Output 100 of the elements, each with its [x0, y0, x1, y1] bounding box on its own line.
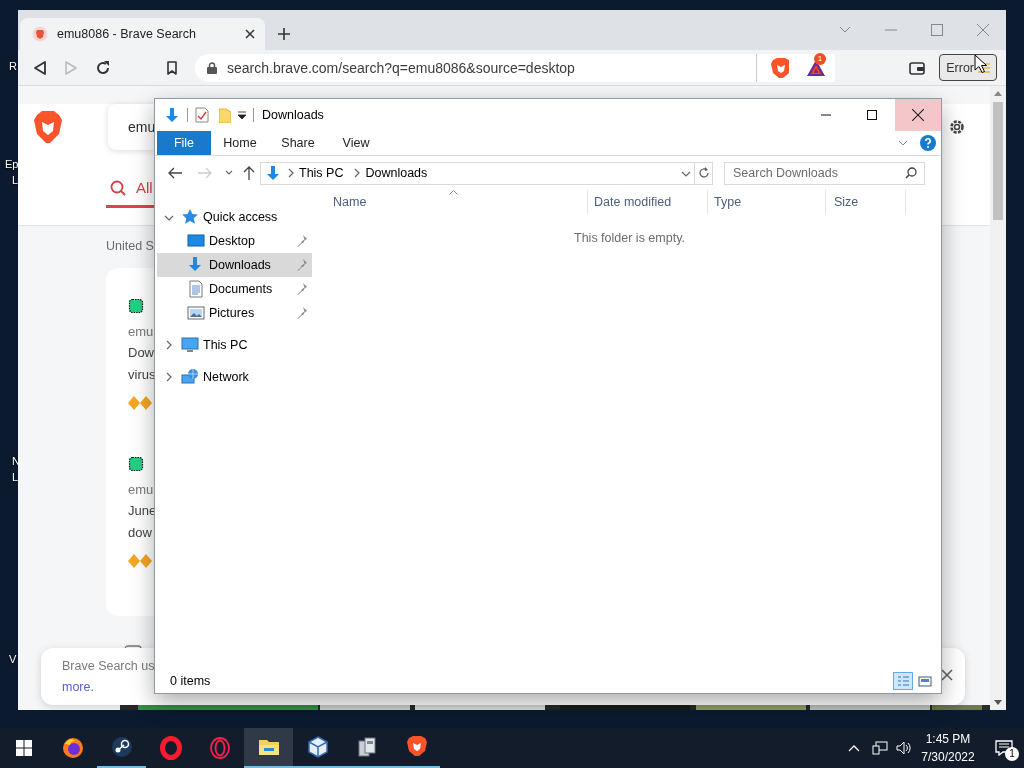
result-site: emu — [128, 481, 154, 499]
close-icon[interactable] — [941, 669, 953, 681]
result-snippet: dow — [128, 524, 152, 542]
up-arrow-icon[interactable] — [243, 165, 255, 181]
column-header[interactable]: Size — [826, 190, 906, 214]
windows-start-icon[interactable] — [16, 740, 32, 756]
network-icon[interactable] — [872, 741, 888, 755]
window-title: Downloads — [262, 108, 324, 122]
back-arrow-icon[interactable] — [167, 167, 183, 179]
volume-icon[interactable] — [896, 741, 912, 755]
taskbar-app-button[interactable] — [244, 728, 293, 768]
expand-ribbon-icon[interactable] — [898, 140, 908, 146]
column-header[interactable]: Name — [318, 190, 588, 214]
preview-pane-icon — [918, 674, 932, 687]
desktop-icon-label: V — [9, 653, 17, 666]
nav-item[interactable]: Desktop — [157, 229, 312, 253]
search-input[interactable]: Search Downloads — [733, 166, 905, 180]
breadcrumb-item[interactable]: Downloads — [361, 166, 432, 180]
item-count: 0 items — [170, 673, 211, 688]
chevron-right-icon[interactable] — [353, 168, 362, 178]
chevron-up-icon[interactable] — [848, 744, 860, 752]
scrollbar-thumb[interactable] — [993, 102, 1003, 220]
close-icon — [912, 109, 924, 121]
lock-icon — [207, 61, 217, 74]
chip-favicon-icon — [128, 456, 144, 472]
clock-time[interactable]: 1:45 PM — [925, 730, 971, 748]
close-icon[interactable] — [977, 24, 989, 36]
wallet-icon[interactable] — [909, 60, 926, 75]
search-icon — [110, 179, 126, 196]
nav-item[interactable]: Documents — [157, 277, 312, 301]
dropdown-icon[interactable] — [681, 169, 691, 177]
result-snippet: Dow — [128, 344, 154, 362]
brave-shield-icon[interactable] — [769, 56, 789, 79]
desktop-icon — [187, 232, 205, 250]
star-icon — [181, 208, 199, 226]
close-tab-icon[interactable] — [244, 28, 256, 40]
error-button[interactable]: Error — [939, 54, 997, 81]
help-icon[interactable] — [920, 135, 936, 151]
nav-item[interactable]: This PC — [157, 333, 312, 357]
search-field[interactable]: Search Downloads — [724, 161, 925, 185]
picture-icon — [187, 304, 205, 322]
notification-badge: 1 — [814, 52, 826, 65]
chevron-right-icon[interactable] — [287, 168, 295, 178]
network-icon — [181, 368, 199, 386]
chevron-down-icon[interactable] — [164, 213, 174, 221]
steam-icon — [109, 735, 134, 759]
clock-date[interactable]: 7/30/2022 — [921, 748, 975, 766]
firefox-icon — [60, 736, 85, 760]
nav-item[interactable]: Quick access — [157, 205, 312, 229]
back-icon[interactable] — [32, 59, 48, 76]
maximize-icon[interactable] — [867, 110, 877, 120]
computer-icon — [181, 336, 199, 354]
reload-icon[interactable] — [95, 59, 111, 76]
notification-badge: 1 — [1005, 747, 1019, 761]
download-arrow-icon — [164, 107, 180, 123]
region-label: United S — [106, 238, 154, 254]
mouse-cursor-icon — [974, 54, 989, 74]
details-view-button[interactable] — [893, 671, 913, 690]
breadcrumb-item[interactable]: This PC — [295, 166, 348, 180]
customize-dropdown-icon[interactable] — [238, 111, 246, 119]
document-icon — [187, 280, 205, 298]
desktop-icon-label: R — [9, 60, 17, 73]
ribbon-tab[interactable]: View — [327, 131, 385, 155]
tab-list-icon[interactable] — [839, 26, 851, 34]
chevron-right-icon[interactable] — [165, 340, 173, 350]
brave-logo-icon[interactable] — [33, 109, 63, 145]
sort-ascending-icon — [448, 190, 458, 195]
desktop-icon-label: L — [12, 174, 19, 187]
chevron-right-icon[interactable] — [165, 372, 173, 382]
new-tab-icon[interactable] — [277, 27, 291, 41]
notification-center-icon[interactable] — [995, 740, 1013, 756]
ribbon-tab[interactable]: Share — [269, 131, 327, 155]
ribbon-tab[interactable]: Home — [211, 131, 269, 155]
chip-favicon-icon — [128, 298, 144, 314]
recent-locations-icon[interactable] — [225, 170, 233, 176]
address-field[interactable]: search.brave.com/search?q=emu8086&source=desktop — [195, 53, 757, 82]
brave-favicon-icon — [32, 26, 48, 42]
scroll-up-icon[interactable] — [994, 91, 1002, 96]
nav-item[interactable]: Downloads — [157, 253, 312, 277]
empty-folder-message: This folder is empty. — [573, 230, 686, 246]
bookmark-icon[interactable] — [164, 59, 180, 76]
properties-icon[interactable] — [195, 107, 209, 123]
refresh-icon[interactable] — [697, 167, 710, 179]
download-arrow-icon — [265, 165, 281, 181]
nav-item[interactable]: Network — [157, 365, 312, 389]
column-header[interactable]: Date modified — [588, 190, 708, 214]
menu-icon — [978, 62, 990, 73]
settings-icon[interactable] — [948, 118, 966, 136]
address-bar[interactable]: This PC Downloads — [260, 161, 695, 185]
desktop-icon-label: Ep — [5, 158, 19, 171]
browser-tab[interactable]: emu8086 - Brave Search — [20, 18, 265, 50]
column-header[interactable]: Type — [708, 190, 826, 214]
learn-more-link[interactable]: more. — [62, 680, 94, 694]
search-icon — [905, 167, 917, 179]
file-menu-button[interactable]: File — [157, 131, 211, 155]
scroll-down-icon[interactable] — [994, 700, 1002, 705]
result-site: emu — [128, 323, 154, 341]
details-list-icon — [896, 674, 910, 687]
cube-icon — [305, 735, 330, 759]
nav-item[interactable]: Pictures — [157, 301, 312, 325]
